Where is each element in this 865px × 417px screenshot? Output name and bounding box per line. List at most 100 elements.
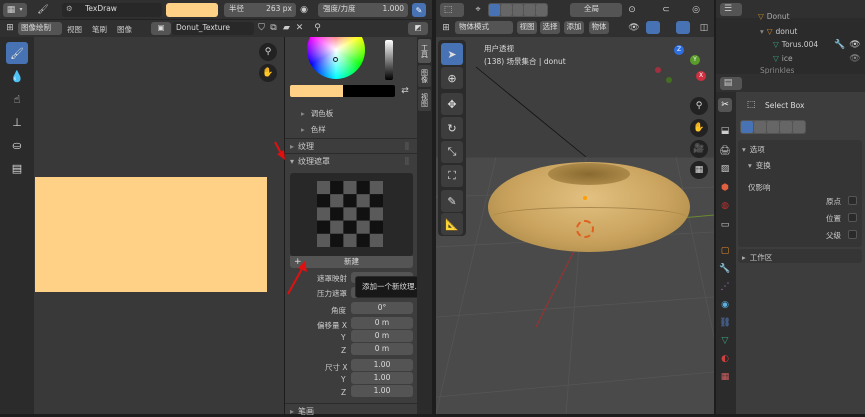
outliner-item-donut[interactable]: ▾ ▽ donut bbox=[760, 27, 797, 36]
eye-icon[interactable]: 👁 bbox=[849, 54, 860, 64]
outliner-item-ice[interactable]: ▽ ice bbox=[773, 54, 793, 63]
modifier-tab-icon[interactable]: 🔧 bbox=[718, 262, 732, 276]
origin-cursor-icon[interactable] bbox=[576, 220, 594, 238]
object-mode-dropdown[interactable]: 物体模式 bbox=[455, 21, 513, 34]
pivot-point-icon[interactable]: ⊙ bbox=[626, 4, 638, 16]
data-tab-icon[interactable]: ▽ bbox=[718, 334, 732, 348]
select-intersect-icon[interactable] bbox=[536, 4, 547, 16]
options-header[interactable]: ▾ 选项 bbox=[742, 144, 765, 155]
mode-intersect-icon[interactable] bbox=[793, 121, 805, 133]
ortho-toggle-button[interactable]: ▦ bbox=[690, 161, 708, 179]
strength-pressure-button[interactable]: ✎ bbox=[412, 3, 426, 17]
texture-tab-icon[interactable]: ▦ bbox=[718, 370, 732, 384]
soften-tool-button[interactable]: 💧 bbox=[6, 65, 28, 87]
menu-select-3d[interactable]: 选择 bbox=[540, 21, 560, 34]
mode-invert-icon[interactable] bbox=[780, 121, 792, 133]
pressure-icon[interactable]: ◉ bbox=[298, 4, 310, 16]
camera-view-button[interactable]: 🎥 bbox=[690, 140, 708, 158]
mode-new-icon[interactable] bbox=[741, 121, 753, 133]
select-new-icon[interactable] bbox=[489, 4, 500, 16]
pan-button[interactable]: ✋ bbox=[259, 64, 277, 82]
tool-mode-buttons[interactable] bbox=[740, 120, 806, 134]
image-browse-button[interactable]: ▣ bbox=[151, 22, 171, 35]
outliner-item-donut-collection[interactable]: ▽ Donut bbox=[758, 12, 790, 21]
gizmo-x-axis[interactable]: X bbox=[696, 71, 706, 81]
move-tool[interactable]: ✥ bbox=[441, 93, 463, 115]
fill-tool-button[interactable]: ⛀ bbox=[6, 134, 28, 156]
selection-mode-group[interactable] bbox=[488, 3, 548, 17]
brush-datablock-field[interactable]: ⚙ TexDraw bbox=[62, 3, 162, 17]
radius-field[interactable]: 半径 263 px bbox=[224, 3, 296, 17]
texture-mask-header[interactable]: ▾ 纹理遮罩 bbox=[290, 156, 330, 167]
texture-header[interactable]: ▸ 纹理 bbox=[290, 141, 314, 152]
secondary-color[interactable] bbox=[343, 85, 395, 97]
proportional-edit-icon[interactable]: ◎ bbox=[690, 4, 702, 16]
tool-tab-icon[interactable]: ✂ bbox=[718, 98, 732, 112]
viewport-editor-type[interactable]: ⬚ bbox=[440, 3, 464, 17]
pin-icon[interactable]: ⚲ bbox=[312, 23, 323, 34]
brush-color-swatch[interactable] bbox=[166, 3, 218, 17]
value-slider[interactable] bbox=[385, 40, 393, 80]
snap-icon[interactable]: ⊞ bbox=[4, 22, 16, 34]
collection-tab-icon[interactable]: ▭ bbox=[718, 218, 732, 232]
origin-checkbox[interactable] bbox=[848, 196, 857, 205]
select-subtract-icon[interactable] bbox=[512, 4, 524, 16]
gizmo-neg-x[interactable] bbox=[655, 67, 661, 73]
menu-image[interactable]: 图像 bbox=[117, 24, 132, 35]
tab-image[interactable]: 图像 bbox=[418, 65, 431, 87]
tab-view[interactable]: 视图 bbox=[418, 89, 431, 111]
swatches-header[interactable]: ▸ 色样 bbox=[301, 124, 326, 135]
color-picker-handle[interactable] bbox=[333, 57, 338, 62]
output-tab-icon[interactable]: 🖨 bbox=[718, 144, 732, 158]
gizmo-y-axis[interactable]: Y bbox=[690, 55, 700, 65]
eye-icon[interactable]: 👁 bbox=[849, 40, 860, 50]
snap-magnet-icon[interactable]: ⊂ bbox=[660, 4, 672, 16]
offset-y-field[interactable]: 0 m bbox=[351, 330, 413, 342]
mode-subtract-icon[interactable] bbox=[767, 121, 779, 133]
xray-icon[interactable]: ◫ bbox=[698, 22, 710, 34]
smear-tool-button[interactable]: ☝ bbox=[6, 88, 28, 110]
menu-brush[interactable]: 笔刷 bbox=[92, 24, 107, 35]
size-z-field[interactable]: 1.00 bbox=[351, 385, 413, 397]
color-wheel[interactable] bbox=[307, 37, 365, 81]
swap-colors-icon[interactable]: ⇄ bbox=[399, 85, 411, 97]
offset-z-field[interactable]: 0 m bbox=[351, 343, 413, 355]
angle-field[interactable]: 0° bbox=[351, 302, 413, 314]
clone-tool-button[interactable]: ⊥ bbox=[6, 111, 28, 133]
drag-handle-icon[interactable]: ⣿ bbox=[402, 142, 412, 150]
overlay-toggle[interactable] bbox=[676, 21, 690, 34]
menu-view-3d[interactable]: 视图 bbox=[517, 21, 537, 34]
viewport-3d[interactable] bbox=[436, 37, 714, 414]
viewport-pan-button[interactable]: ✋ bbox=[690, 119, 708, 137]
rotate-tool[interactable]: ↻ bbox=[441, 117, 463, 139]
draw-tool-button[interactable]: 🖌 bbox=[6, 42, 28, 64]
size-x-field[interactable]: 1.00 bbox=[351, 359, 413, 371]
mask-tool-button[interactable]: ▤ bbox=[6, 157, 28, 179]
palette-header[interactable]: ▸ 调色板 bbox=[301, 108, 333, 119]
view-layer-tab-icon[interactable]: ▨ bbox=[718, 162, 732, 176]
constraints-tab-icon[interactable]: ⛓ bbox=[718, 316, 732, 330]
image-canvas[interactable] bbox=[35, 177, 267, 292]
menu-add-3d[interactable]: 添加 bbox=[564, 21, 584, 34]
wrench-icon[interactable]: 🔧 bbox=[834, 40, 845, 50]
physics-tab-icon[interactable]: ◉ bbox=[718, 298, 732, 312]
shield-icon[interactable]: ⛉ bbox=[256, 23, 267, 34]
offset-x-field[interactable]: 0 m bbox=[351, 317, 413, 329]
visibility-icon[interactable]: 👁 bbox=[628, 22, 640, 34]
primary-color[interactable] bbox=[290, 85, 343, 97]
menu-object-3d[interactable]: 物体 bbox=[589, 21, 609, 34]
transform-tool[interactable]: ⛶ bbox=[441, 165, 463, 187]
gizmo-toggle[interactable] bbox=[646, 21, 660, 34]
transform-header[interactable]: ▾ 变换 bbox=[748, 160, 771, 171]
mode-extend-icon[interactable] bbox=[754, 121, 766, 133]
cursor-tool[interactable]: ⊕ bbox=[441, 67, 463, 89]
scale-tool[interactable]: ⤡ bbox=[441, 141, 463, 163]
snap-toggle-icon[interactable]: ⊞ bbox=[440, 22, 452, 34]
menu-view[interactable]: 视图 bbox=[67, 24, 82, 35]
stroke-header[interactable]: ▸ 笔画 bbox=[290, 406, 314, 417]
select-extend-icon[interactable] bbox=[500, 4, 512, 16]
gizmo-neg-y[interactable] bbox=[666, 77, 672, 83]
close-icon[interactable]: ✕ bbox=[294, 23, 305, 34]
select-invert-icon[interactable] bbox=[524, 4, 536, 16]
editor-type-button[interactable]: ▦ ▾ bbox=[3, 3, 27, 17]
